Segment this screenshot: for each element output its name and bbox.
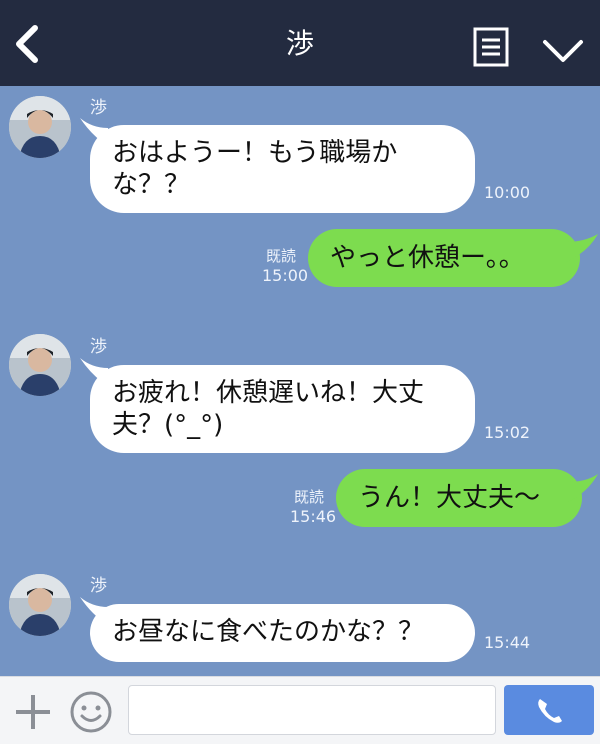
input-bar [0,676,600,744]
outgoing-message[interactable]: うん！大丈夫〜 [336,469,582,527]
avatar-photo [9,96,71,158]
incoming-message[interactable]: おはようー！もう職場かな？？ [90,125,475,213]
message-time: 10:00 [484,183,531,202]
avatar-photo [9,574,71,636]
avatar[interactable] [9,334,71,396]
message-time: 15:00 [262,266,309,285]
chat-title: 渉 [285,27,314,60]
sender-name: 渉 [90,98,107,118]
read-receipt: 既読 [293,488,324,506]
bubble-tail [566,234,598,262]
message-input[interactable] [128,685,496,735]
bubble-tail [568,474,598,502]
back-button[interactable] [8,22,48,66]
phone-icon [538,699,562,723]
smiley-icon[interactable] [68,689,114,735]
message-time: 15:44 [484,633,531,652]
plus-icon[interactable] [12,691,54,733]
sender-name: 渉 [90,337,107,357]
sender-name: 渉 [90,576,107,596]
list-menu-icon[interactable] [472,26,510,68]
incoming-message[interactable]: お昼なに食べたのかな？？ [90,604,475,662]
avatar-photo [9,334,71,396]
avatar[interactable] [9,96,71,158]
outgoing-message[interactable]: やっと休憩ー。。 [308,229,580,287]
message-list[interactable]: 渉 おはようー！もう職場かな？？ 10:00 既読 15:00 やっと休憩ー。。… [0,86,600,676]
message-time: 15:02 [484,423,531,442]
message-time: 15:46 [290,507,337,526]
avatar[interactable] [9,574,71,636]
chat-header: 渉 [0,0,600,86]
read-receipt: 既読 [265,247,296,265]
chevron-down-icon[interactable] [540,34,586,68]
incoming-message[interactable]: お疲れ！休憩遅いね！大丈夫？(°_°) [90,365,475,453]
call-button[interactable] [504,685,594,735]
